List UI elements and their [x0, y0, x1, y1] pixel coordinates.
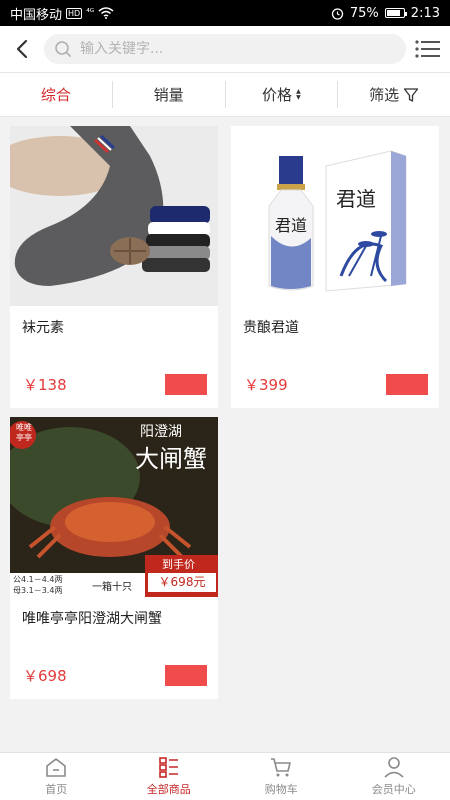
bottle-label: 君道 [275, 216, 307, 235]
search-input[interactable] [80, 41, 360, 57]
product-name[interactable]: 贵酿君道 [243, 317, 299, 337]
sort-tab-label: 销量 [153, 86, 184, 104]
sort-tab-sales[interactable]: 销量 [113, 81, 226, 108]
tab-label: 首页 [45, 783, 68, 796]
tab-member-center[interactable]: 会员中心 [338, 753, 450, 800]
product-name[interactable]: 唯唯亭亭阳澄湖大闸蟹 [22, 608, 162, 628]
tab-label: 会员中心 [371, 783, 416, 796]
sort-tab-filter[interactable]: 筛选 [338, 81, 450, 108]
product-image-baijiu[interactable]: 君道 君道 [231, 126, 439, 306]
alarm-icon [331, 7, 344, 20]
product-image-crab[interactable]: 唯唯 亭亭 阳澄湖 大闸蟹 公4.1－4.4两 母3.1－3.4两 一箱十只 到… [10, 417, 218, 597]
sort-tab-label: 价格 [262, 86, 293, 104]
add-to-cart-button[interactable] [165, 665, 207, 686]
category-icon [158, 757, 178, 778]
product-image-socks[interactable] [10, 126, 218, 306]
sort-tab-price[interactable]: 价格 ▲ ▼ [226, 81, 339, 108]
user-icon [384, 757, 404, 778]
clock: 2:13 [410, 5, 440, 21]
sort-arrows-icon: ▲ ▼ [296, 87, 301, 101]
carrier-name: 中国移动 [10, 7, 63, 23]
crab-title-big: 大闸蟹 [135, 445, 207, 473]
crab-box-count: 一箱十只 [92, 582, 132, 593]
battery-percent: 75% [349, 5, 379, 21]
chevron-left-icon [16, 39, 28, 59]
crab-brand-line2: 亭亭 [16, 433, 32, 442]
cart-icon [271, 758, 292, 777]
product-card[interactable]: 唯唯 亭亭 阳澄湖 大闸蟹 公4.1－4.4两 母3.1－3.4两 一箱十只 到… [10, 417, 218, 699]
list-icon [415, 40, 440, 58]
product-name[interactable]: 袜元素 [22, 317, 64, 337]
battery-icon [384, 8, 407, 18]
list-menu-button[interactable] [406, 26, 450, 72]
tab-label: 购物车 [264, 783, 298, 796]
home-icon [46, 758, 67, 777]
sort-tab-label: 筛选 [369, 86, 400, 104]
sort-tab-label: 综合 [40, 86, 71, 104]
crab-banner-price: ￥698元 [148, 573, 216, 592]
add-to-cart-button[interactable] [386, 374, 428, 395]
sort-tab-comprehensive[interactable]: 综合 [0, 81, 113, 108]
tab-cart[interactable]: 购物车 [225, 753, 338, 800]
crab-title-small: 阳澄湖 [140, 424, 182, 440]
product-price: ￥698 [23, 667, 67, 685]
tab-all-products[interactable]: 全部商品 [113, 753, 226, 800]
product-price: ￥399 [244, 376, 288, 394]
tab-label: 全部商品 [146, 783, 191, 796]
signal-4g-icon: ⁴ᴳ [86, 8, 95, 18]
box-label: 君道 [336, 187, 376, 211]
search-icon [55, 41, 71, 57]
product-card[interactable]: 君道 君道 贵酿君道 ￥399 [231, 126, 439, 408]
tab-home[interactable]: 首页 [0, 753, 113, 800]
crab-brand-line1: 唯唯 [16, 423, 32, 432]
header [0, 26, 450, 72]
crab-spec-male: 公4.1－4.4两 [13, 575, 63, 584]
sort-bar: 综合 销量 价格 ▲ ▼ 筛选 [0, 72, 450, 117]
status-bar: 中国移动 HD ⁴ᴳ 75% 2:13 [0, 0, 450, 26]
search-box[interactable] [44, 34, 406, 64]
bottom-tab-bar: 首页 全部商品 购物车 会员中心 [0, 752, 450, 800]
back-button[interactable] [0, 26, 44, 72]
add-to-cart-button[interactable] [165, 374, 207, 395]
product-price: ￥138 [23, 376, 67, 394]
crab-spec-female: 母3.1－3.4两 [13, 586, 63, 595]
wifi-icon [98, 7, 114, 19]
hd-icon: HD [66, 7, 83, 19]
filter-icon [403, 87, 419, 102]
product-card[interactable]: 袜元素 ￥138 [10, 126, 218, 408]
crab-price-label: 到手价 [162, 558, 195, 571]
